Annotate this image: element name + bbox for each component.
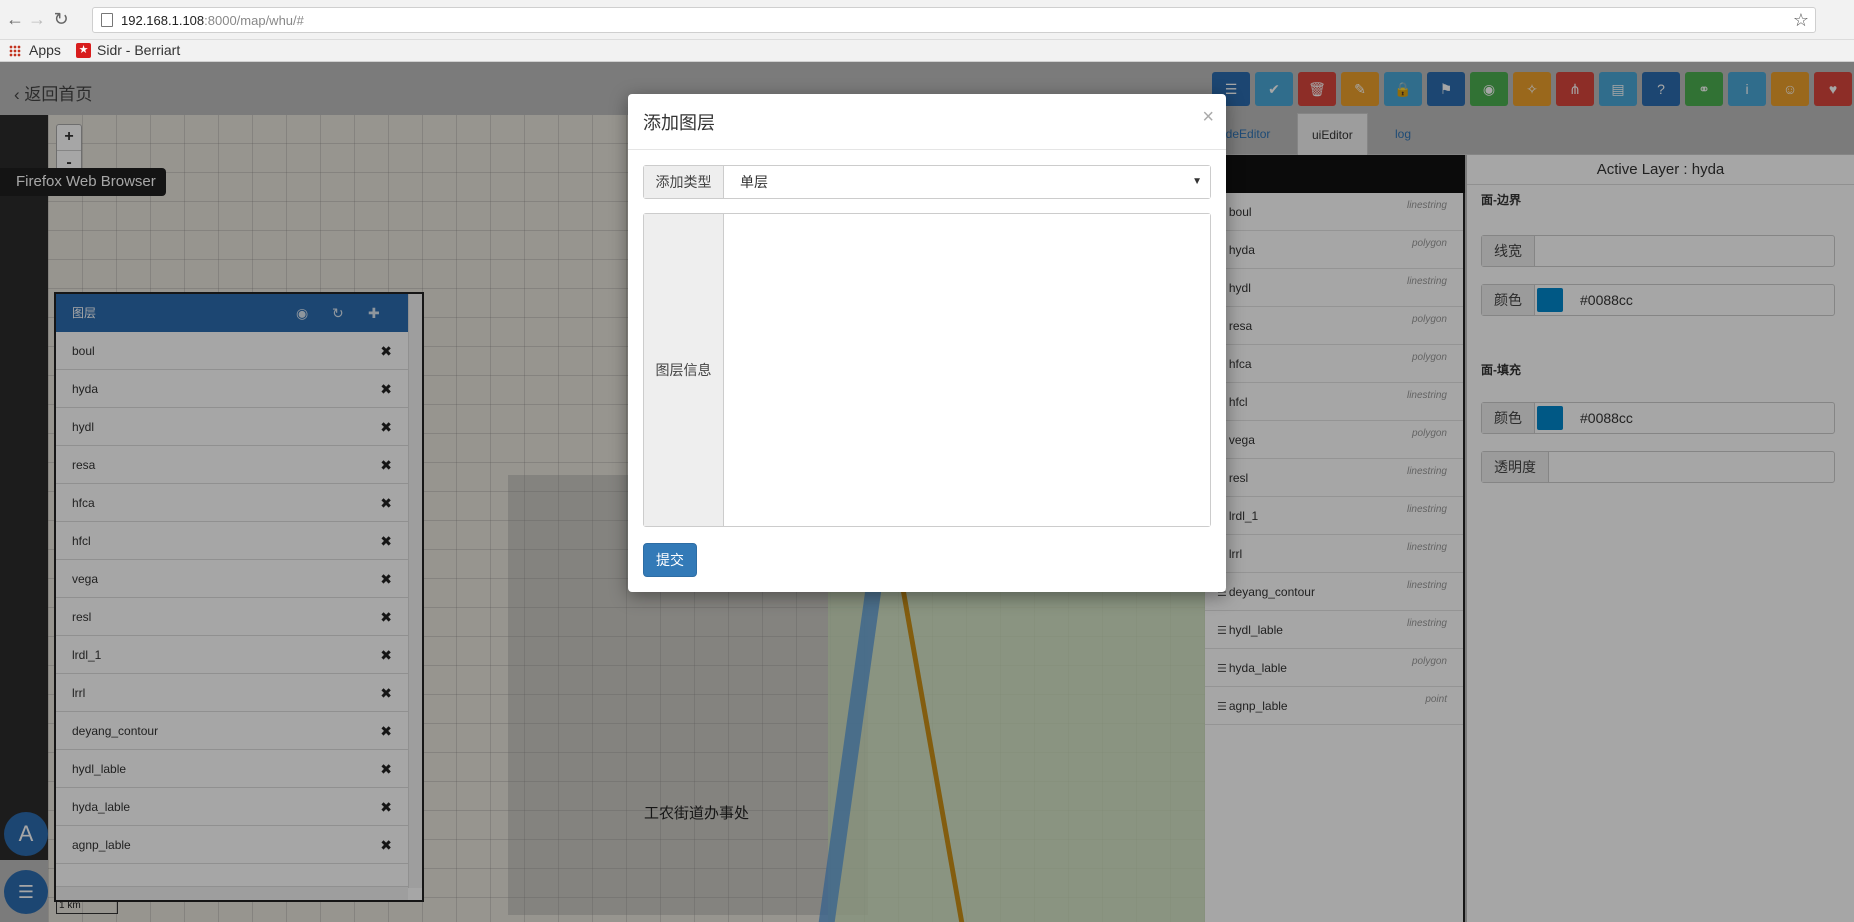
chevron-down-icon: ▼ (1192, 176, 1202, 187)
modal-title: 添加图层 (643, 113, 715, 133)
back-arrow-icon[interactable]: ← (4, 8, 26, 30)
browser-toolbar: ← → ↻ 192.168.1.108:8000/map/whu/# ☆ (0, 0, 1854, 40)
reload-icon[interactable]: ↻ (50, 8, 72, 30)
add-layer-modal: 添加图层 × 添加类型 单层 ▼ 图层信息 提交 (628, 94, 1226, 592)
submit-button[interactable]: 提交 (643, 543, 697, 577)
modal-header: 添加图层 × (628, 94, 1226, 150)
url-text: 192.168.1.108:8000/map/whu/# (121, 13, 304, 28)
layer-type-label: 添加类型 (644, 166, 724, 198)
layer-info-group: 图层信息 (643, 213, 1211, 527)
bookmark-apps[interactable]: Apps (29, 42, 61, 58)
page-icon (101, 13, 113, 27)
address-bar[interactable]: 192.168.1.108:8000/map/whu/# ☆ (92, 7, 1816, 33)
sidr-star-icon: ★ (76, 43, 91, 58)
apps-grid-icon (9, 45, 21, 57)
bookmark-sidr[interactable]: Sidr - Berriart (97, 42, 180, 58)
forward-arrow-icon[interactable]: → (26, 8, 48, 30)
layer-info-textarea[interactable] (724, 214, 1210, 526)
bookmark-star-icon[interactable]: ☆ (1793, 10, 1809, 31)
layer-type-group: 添加类型 单层 ▼ (643, 165, 1211, 199)
layer-type-select[interactable]: 单层 ▼ (724, 166, 1210, 198)
layer-type-value: 单层 (740, 174, 768, 190)
bookmarks-bar: Apps ★ Sidr - Berriart (0, 40, 1854, 62)
close-icon[interactable]: × (1202, 106, 1214, 129)
layer-info-label: 图层信息 (644, 214, 724, 526)
